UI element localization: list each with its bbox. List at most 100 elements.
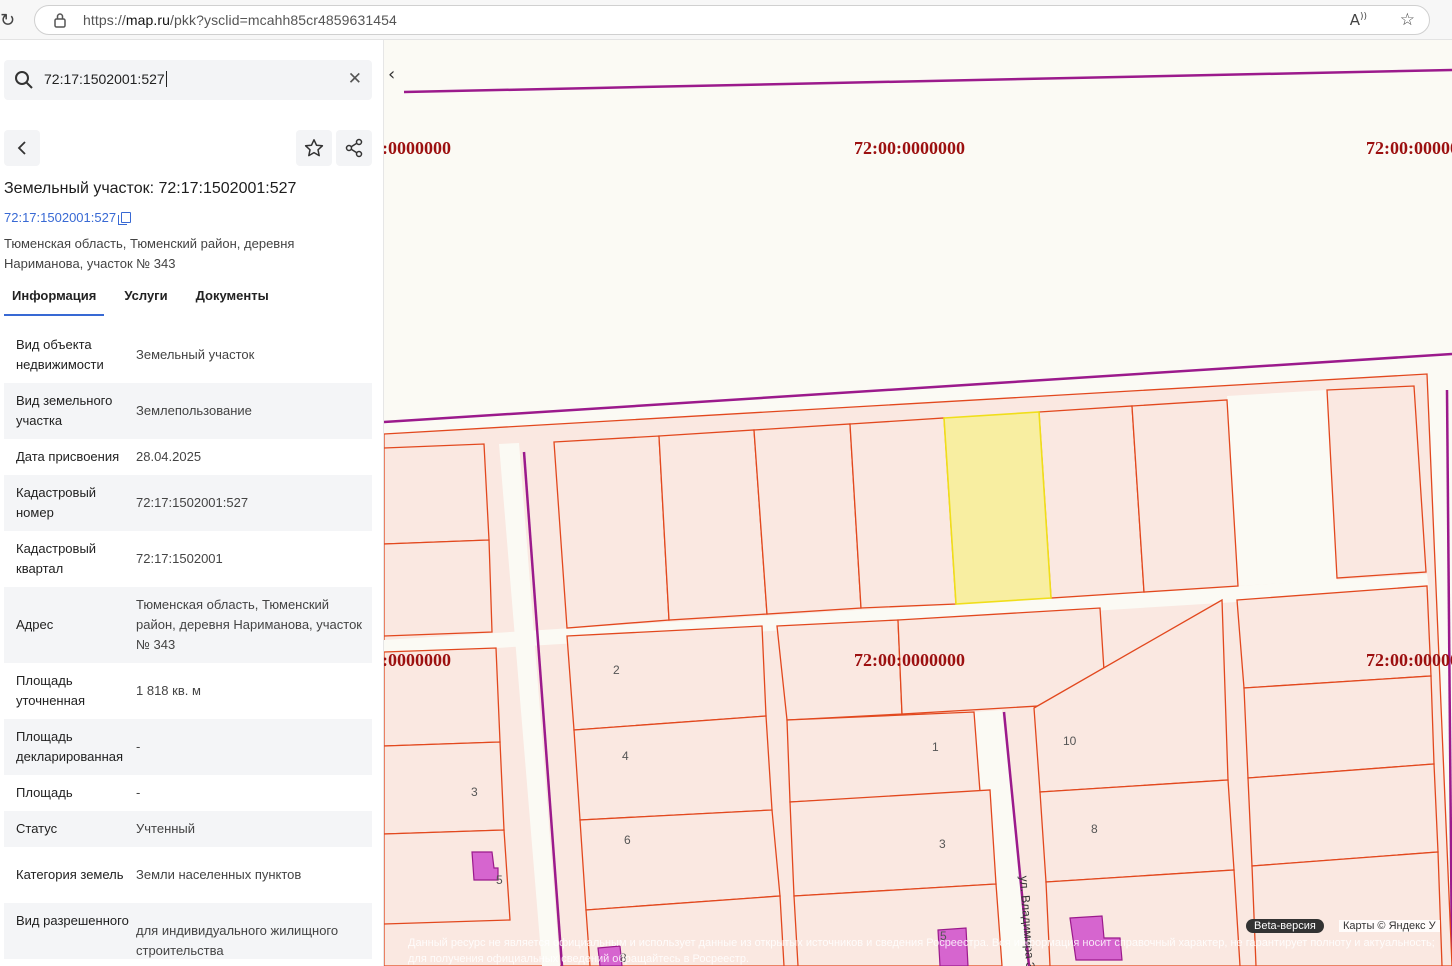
info-row: Площадь уточненная 1 818 кв. м — [4, 663, 372, 719]
url-path: /pkk?ysclid=mcahh85cr4859631454 — [170, 12, 397, 28]
url-text[interactable]: https://map.ru/pkk?ysclid=mcahh85cr48596… — [83, 12, 397, 28]
land-plot[interactable] — [1247, 763, 1439, 867]
row-value: Тюменская область, Тюменский район, дере… — [136, 597, 362, 652]
object-title: Земельный участок: 72:17:1502001:527 — [4, 180, 297, 197]
search-box[interactable]: 72:17:1502001:527 ✕ — [4, 60, 372, 100]
row-value: 72:17:1502001 — [136, 551, 223, 566]
share-button[interactable] — [336, 130, 372, 166]
row-key: Категория земель — [16, 867, 124, 882]
info-table: Вид объекта недвижимости Земельный участо… — [4, 327, 372, 959]
info-row: Категория земель Земли населенных пунктов — [4, 847, 372, 903]
row-key: Дата присвоения — [16, 449, 120, 464]
land-plot[interactable] — [1236, 585, 1432, 689]
url-host: map.ru — [125, 12, 171, 28]
row-key: Адрес — [16, 617, 54, 632]
land-plot[interactable] — [553, 435, 670, 629]
cadastral-number-link[interactable]: 72:17:1502001:527 — [4, 210, 132, 225]
land-plot[interactable] — [1131, 399, 1239, 593]
info-row: Вид земельного участка Землепользование — [4, 383, 372, 439]
row-key: Кадастровый номер — [16, 485, 97, 520]
zone-boundary-line — [403, 68, 1452, 94]
row-key: Вид земельного участка — [16, 393, 113, 428]
land-plot[interactable] — [566, 625, 767, 731]
land-plot[interactable] — [384, 443, 490, 545]
land-plot[interactable] — [1326, 385, 1427, 579]
clear-search-icon[interactable]: ✕ — [348, 69, 362, 89]
land-plot[interactable] — [1038, 405, 1145, 599]
row-key: Кадастровый квартал — [16, 541, 97, 576]
plot-number: 4 — [622, 749, 629, 763]
cadastral-number-text[interactable]: 72:17:1502001:527 — [4, 210, 116, 225]
tab-services[interactable]: Услуги — [116, 282, 175, 316]
favorite-button[interactable] — [296, 130, 332, 166]
zone-label: 72:00:0000000 — [1366, 138, 1452, 158]
row-value: Землепользование — [136, 403, 252, 418]
info-row: Площадь - — [4, 775, 372, 811]
info-row: Площадь декларированная - — [4, 719, 372, 775]
row-value: - — [136, 785, 141, 800]
info-row: Кадастровый номер 72:17:1502001:527 — [4, 475, 372, 531]
zone-label: :0000000 — [384, 138, 451, 158]
info-panel: 72:17:1502001:527 ✕ Земельный участок: 7… — [0, 40, 384, 966]
land-plot[interactable] — [1243, 675, 1435, 779]
land-plot[interactable] — [658, 429, 768, 621]
land-plot[interactable] — [753, 423, 862, 615]
land-plot[interactable] — [573, 715, 773, 821]
land-plot[interactable] — [384, 539, 493, 637]
browser-toolbar: ↻ https://map.ru/pkk?ysclid=mcahh85cr485… — [0, 0, 1452, 40]
copy-icon[interactable] — [118, 212, 132, 225]
search-icon — [15, 71, 33, 89]
row-key: Площадь декларированная — [16, 729, 124, 764]
plot-number: 3 — [471, 785, 478, 799]
info-row: Адрес Тюменская область, Тюменский район,… — [4, 587, 372, 663]
map-canvas[interactable]: :0000000 72:00:0000000 72:00:0000000 :00… — [384, 40, 1452, 966]
tab-info[interactable]: Информация — [4, 282, 105, 316]
row-key: Площадь — [16, 785, 73, 800]
row-value: для индивидуального жилищного строительс… — [136, 923, 339, 958]
star-icon — [304, 139, 324, 157]
read-aloud-icon[interactable]: A)) — [1350, 11, 1367, 29]
zone-label: :0000000 — [384, 650, 451, 670]
row-key: Площадь уточненная — [16, 673, 86, 708]
land-plot[interactable] — [384, 741, 505, 835]
plot-number: 2 — [613, 663, 620, 677]
plot-number: 5 — [496, 873, 503, 887]
selected-land-plot[interactable] — [943, 411, 1052, 605]
reload-icon[interactable]: ↻ — [0, 10, 18, 31]
land-plot[interactable] — [849, 417, 957, 609]
map-attribution[interactable]: Карты © Яндекс У — [1339, 920, 1440, 932]
object-address: Тюменская область, Тюменский район, дере… — [4, 236, 295, 271]
land-plot[interactable] — [1039, 779, 1235, 883]
row-value: Земли населенных пунктов — [136, 867, 302, 882]
info-row: Статус Учтенный — [4, 811, 372, 847]
cadastral-map[interactable]: :0000000 72:00:0000000 72:00:0000000 :00… — [384, 40, 1452, 966]
row-key: Вид объекта недвижимости — [16, 337, 104, 372]
back-button[interactable] — [4, 130, 40, 166]
address-bar[interactable]: https://map.ru/pkk?ysclid=mcahh85cr48596… — [34, 5, 1430, 35]
land-plot[interactable] — [776, 619, 903, 721]
land-plot[interactable] — [579, 809, 781, 911]
row-value: 1 818 кв. м — [136, 683, 201, 698]
zone-label: 72:00:0000000 — [854, 138, 965, 158]
plot-number: 1 — [932, 740, 939, 754]
land-plot[interactable] — [789, 789, 997, 897]
plot-number: 3 — [939, 837, 946, 851]
collapse-panel-icon[interactable]: ‹ — [388, 64, 412, 88]
favorite-star-icon[interactable]: ☆ — [1400, 10, 1415, 30]
zone-label: 72:00:0000000 — [1366, 650, 1452, 670]
beta-badge[interactable]: Beta-версия — [1246, 919, 1324, 933]
land-plot[interactable] — [786, 711, 981, 803]
info-row: Кадастровый квартал 72:17:1502001 — [4, 531, 372, 587]
plot-number: 6 — [624, 833, 631, 847]
row-value: 72:17:1502001:527 — [136, 495, 249, 510]
lock-icon[interactable] — [53, 12, 67, 28]
row-key: Вид разрешенного — [16, 913, 129, 928]
url-scheme: https:// — [83, 12, 126, 28]
search-input[interactable]: 72:17:1502001:527 — [44, 71, 167, 87]
row-value: - — [136, 739, 141, 754]
info-row: Вид разрешенного для индивидуального жили… — [4, 903, 372, 959]
row-key: Статус — [16, 821, 58, 836]
tab-documents[interactable]: Документы — [188, 282, 277, 316]
chevron-left-icon — [17, 141, 26, 155]
map-disclaimer: Данный ресурс не является официальным и … — [408, 937, 1435, 965]
